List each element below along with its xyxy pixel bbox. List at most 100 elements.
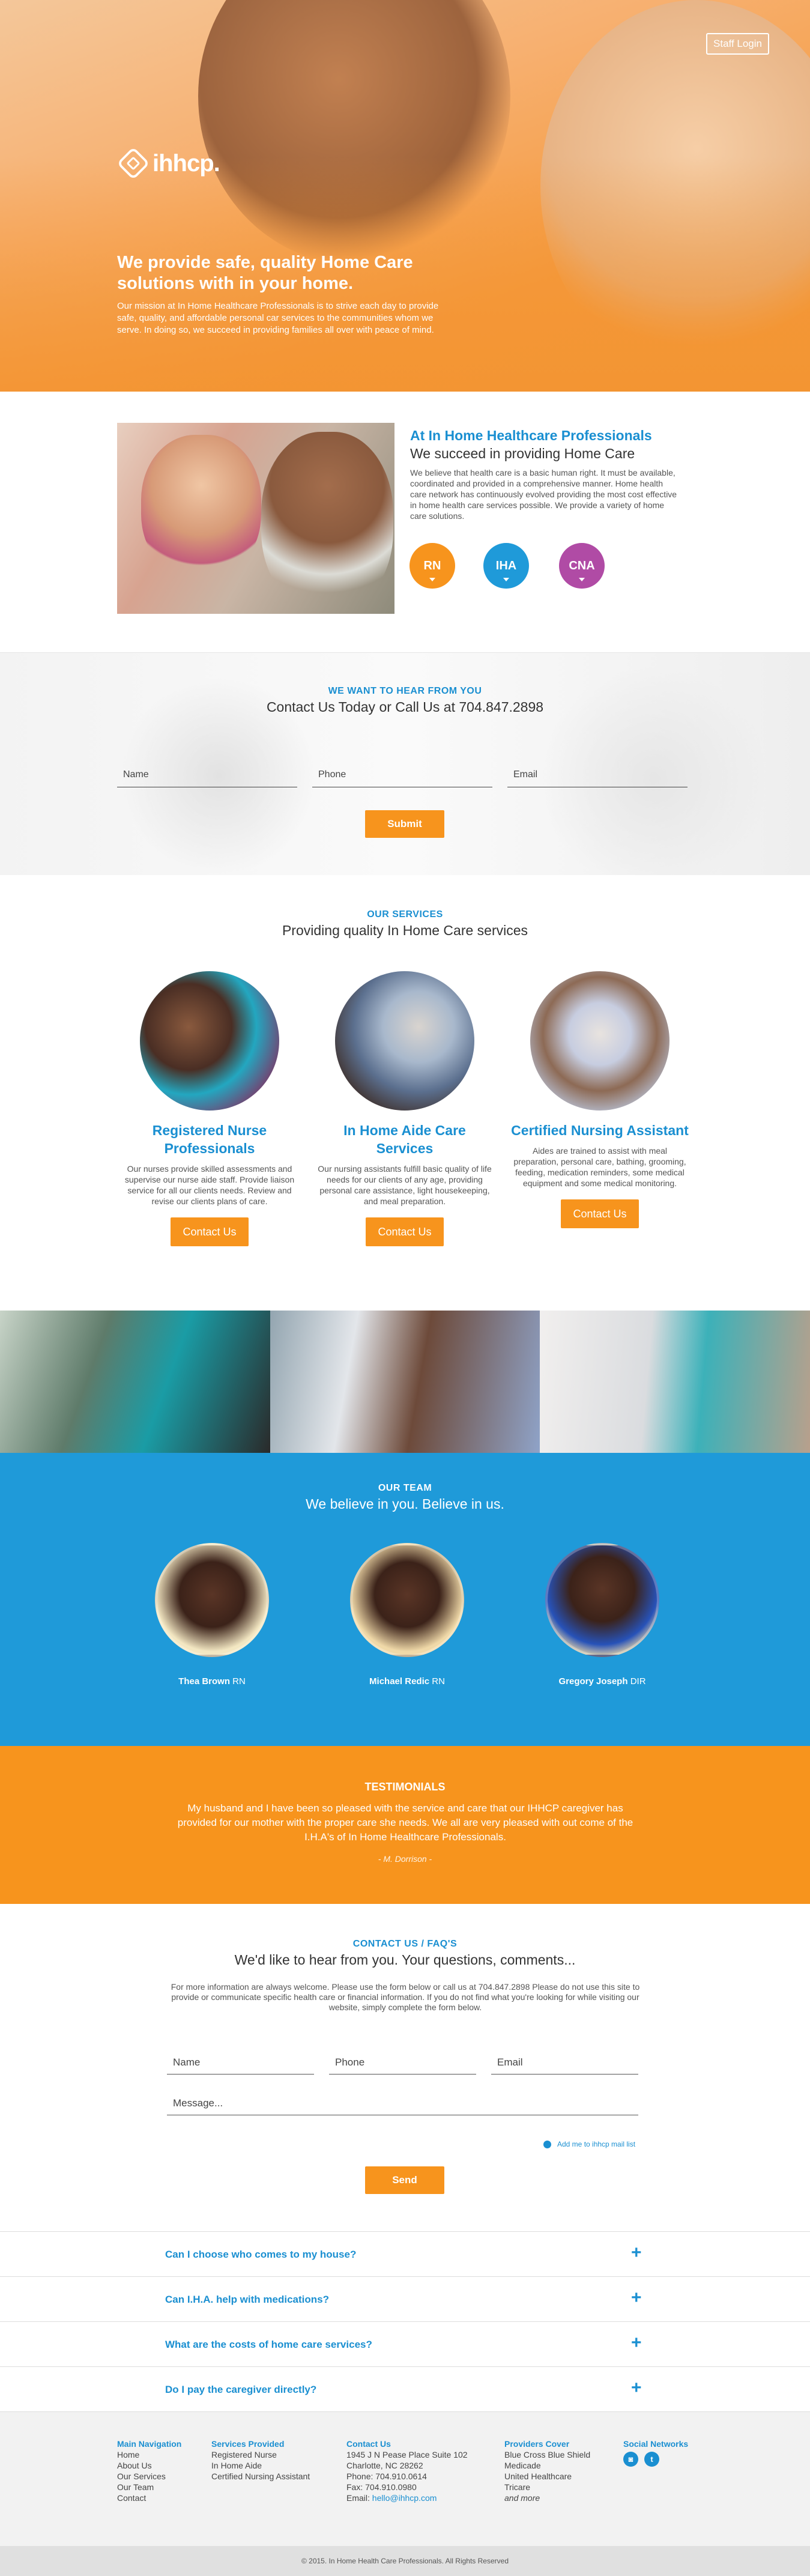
badge-iha[interactable]: IHA	[483, 543, 529, 589]
footer-link-about[interactable]: About Us	[117, 2460, 181, 2471]
team-member: Thea Brown RN	[152, 1543, 272, 1687]
testimonials-title: TESTIMONIALS	[364, 1781, 446, 1793]
faq-question: Can I choose who comes to my house?	[165, 2249, 357, 2260]
services-eyebrow: OUR SERVICES	[367, 909, 443, 920]
faq-question: Do I pay the caregiver directly?	[165, 2384, 317, 2395]
copyright: © 2015. In Home Health Care Professional…	[0, 2546, 810, 2576]
service-text: Aides are trained to assist with meal pr…	[513, 1146, 686, 1188]
footer-fax: Fax: 704.910.0980	[346, 2482, 417, 2492]
about-photo	[117, 423, 394, 614]
team-member: Michael Redic RN	[347, 1543, 467, 1687]
about-subtitle: We succeed in providing Home Care	[410, 446, 635, 461]
mailing-list-checkbox[interactable]: Add me to ihhcp mail list	[543, 2140, 635, 2148]
service-card-cna: Certified Nursing Assistant Aides are tr…	[510, 971, 690, 1228]
footer-nav-title: Main Navigation	[117, 2439, 182, 2449]
badge-rn[interactable]: RN	[410, 543, 455, 589]
member-role: RN	[232, 1676, 246, 1687]
footer-link-contact[interactable]: Contact	[117, 2493, 181, 2503]
avatar	[350, 1543, 464, 1657]
about-title: At In Home Healthcare Professionals	[410, 428, 652, 443]
contact-band-eyebrow: WE WANT TO HEAR FROM YOU	[328, 686, 482, 696]
badge-cna[interactable]: CNA	[559, 543, 605, 589]
footer-services-title: Services Provided	[211, 2439, 285, 2449]
footer-link-services[interactable]: Our Services	[117, 2471, 181, 2482]
logo-text: ihhcp.	[153, 150, 220, 177]
contact-us-button[interactable]: Contact Us	[171, 1217, 249, 1246]
footer-link-team[interactable]: Our Team	[117, 2482, 181, 2493]
service-photo	[140, 971, 279, 1111]
faq-item[interactable]: Can I.H.A. help with medications? +	[0, 2277, 810, 2322]
strip-photo	[0, 1311, 270, 1453]
faq-item[interactable]: Do I pay the caregiver directly? +	[0, 2367, 810, 2412]
footer-service-link[interactable]: Registered Nurse	[211, 2449, 310, 2460]
service-photo	[335, 971, 474, 1111]
service-text: Our nurses provide skilled assessments a…	[124, 1164, 295, 1206]
contact-form-eyebrow: CONTACT US / FAQ'S	[352, 1939, 458, 1949]
faq-item[interactable]: What are the costs of home care services…	[0, 2322, 810, 2367]
phone-field[interactable]: Phone	[312, 767, 492, 787]
provider: United Healthcare	[504, 2471, 572, 2481]
footer-contact-title: Contact Us	[346, 2439, 391, 2449]
testimonial-quote: My husband and I have been so pleased wi…	[177, 1802, 633, 1843]
footer-email-label: Email:	[346, 2493, 372, 2503]
logo-icon	[116, 147, 150, 180]
contact-form-section: CONTACT US / FAQ'S We'd like to hear fro…	[0, 1904, 810, 2231]
logo[interactable]: ihhcp.	[116, 147, 220, 180]
contact-band-section: WE WANT TO HEAR FROM YOU Contact Us Toda…	[0, 653, 810, 875]
member-role: DIR	[630, 1676, 646, 1687]
about-section: At In Home Healthcare Professionals We s…	[0, 392, 810, 653]
contact-form-headline: We'd like to hear from you. Your questio…	[234, 1952, 576, 1968]
plus-icon[interactable]: +	[631, 2243, 642, 2263]
footer-address: 1945 J N Pease Place Suite 102	[346, 2450, 468, 2459]
send-button[interactable]: Send	[365, 2166, 444, 2194]
name-field[interactable]: Name	[117, 767, 297, 787]
about-description: We believe that health care is a basic h…	[410, 468, 677, 521]
provider: Tricare	[504, 2482, 531, 2492]
contact-us-button[interactable]: Contact Us	[561, 1199, 639, 1228]
submit-button[interactable]: Submit	[365, 810, 444, 838]
provider-more: and more	[504, 2493, 540, 2503]
email-field[interactable]: Email	[507, 767, 688, 787]
member-name: Michael Redic	[369, 1676, 430, 1687]
staff-login-button[interactable]: Staff Login	[706, 33, 769, 55]
photo-strip	[0, 1311, 810, 1453]
member-name: Thea Brown	[178, 1676, 230, 1687]
faq-question: Can I.H.A. help with medications?	[165, 2294, 329, 2305]
plus-icon[interactable]: +	[631, 2333, 642, 2353]
footer-city: Charlotte, NC 28262	[346, 2461, 423, 2470]
footer-link-home[interactable]: Home	[117, 2449, 181, 2460]
hero-section: Staff Login ihhcp. We provide safe, qual…	[0, 0, 810, 392]
testimonials-section: TESTIMONIALS My husband and I have been …	[0, 1746, 810, 1904]
footer-service-link[interactable]: Certified Nursing Assistant	[211, 2471, 310, 2482]
footer-contact: Contact Us 1945 J N Pease Place Suite 10…	[346, 2438, 468, 2503]
footer-providers-title: Providers Cover	[504, 2439, 570, 2449]
footer-social: Social Networks ◙ t	[623, 2438, 688, 2467]
plus-icon[interactable]: +	[631, 2288, 642, 2308]
footer-service-link[interactable]: In Home Aide	[211, 2460, 310, 2471]
contact-us-button[interactable]: Contact Us	[366, 1217, 444, 1246]
faq-question: What are the costs of home care services…	[165, 2339, 372, 2350]
page: Staff Login ihhcp. We provide safe, qual…	[0, 0, 810, 2576]
instagram-icon[interactable]: ◙	[623, 2452, 638, 2467]
twitter-icon[interactable]: t	[644, 2452, 659, 2467]
service-title: Registered Nurse Professionals	[152, 1123, 267, 1156]
plus-icon[interactable]: +	[631, 2378, 642, 2398]
avatar	[545, 1543, 659, 1657]
form-name-field[interactable]: Name	[167, 2054, 314, 2074]
form-phone-field[interactable]: Phone	[329, 2054, 476, 2074]
message-field[interactable]: Message...	[167, 2095, 638, 2115]
services-section: OUR SERVICES Providing quality In Home C…	[0, 875, 810, 1311]
services-headline: Providing quality In Home Care services	[282, 923, 528, 938]
service-text: Our nursing assistants fulfill basic qua…	[318, 1164, 492, 1206]
team-member: Gregory Joseph DIR	[542, 1543, 662, 1687]
service-title: In Home Aide Care Services	[343, 1123, 466, 1156]
faq-item[interactable]: Can I choose who comes to my house? +	[0, 2232, 810, 2277]
footer-phone: Phone: 704.910.0614	[346, 2471, 427, 2481]
member-role: RN	[432, 1676, 445, 1687]
form-email-field[interactable]: Email	[491, 2054, 638, 2074]
footer-nav: Main Navigation Home About Us Our Servic…	[117, 2438, 181, 2503]
strip-photo	[540, 1311, 810, 1453]
hero-mission: Our mission at In Home Healthcare Profes…	[117, 301, 439, 335]
footer-email-link[interactable]: hello@ihhcp.com	[372, 2493, 437, 2503]
hero-headline: We provide safe, quality Home Care solut…	[117, 253, 413, 293]
